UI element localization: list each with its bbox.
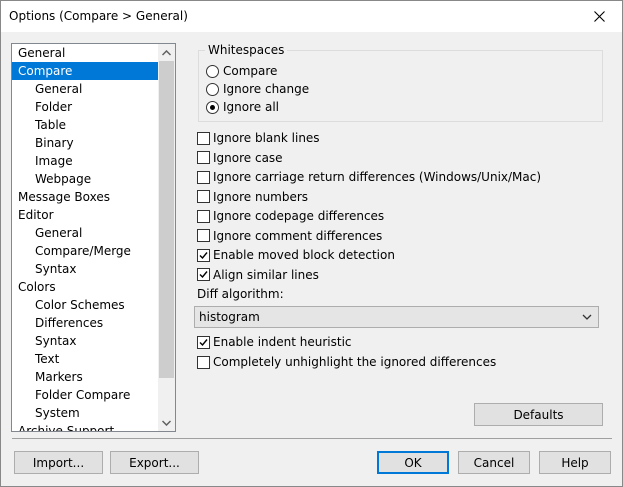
checkbox[interactable] <box>197 209 210 223</box>
window-title: Options (Compare > General) <box>9 9 188 23</box>
diff-algorithm-label: Diff algorithm: <box>197 287 284 301</box>
checkbox-label: Ignore comment differences <box>213 228 383 243</box>
whitespace-option-compare[interactable]: Compare <box>206 63 277 79</box>
checkbox[interactable] <box>197 190 210 203</box>
tree-item-differences[interactable]: Differences <box>12 314 159 332</box>
scroll-down-button[interactable] <box>158 414 175 431</box>
tree-item-compare[interactable]: Compare <box>12 62 159 80</box>
radio-button[interactable] <box>206 82 219 96</box>
radio-label: Ignore all <box>223 100 279 114</box>
tree-item-image[interactable]: Image <box>12 152 159 170</box>
chevron-down-icon <box>582 314 592 320</box>
tree-item-markers[interactable]: Markers <box>12 368 159 386</box>
checkbox-label: Ignore codepage differences <box>213 209 385 223</box>
tree-list: General Compare General Folder Table Binary Im… <box>12 44 159 431</box>
tree-item-general[interactable]: General <box>12 44 159 62</box>
title-bar: Options (Compare > General) <box>1 1 622 32</box>
check-icon <box>199 271 208 279</box>
chevron-up-icon <box>162 49 171 56</box>
checkbox[interactable] <box>197 229 210 242</box>
option-ignore-blank-lines[interactable]: Ignore blank lines <box>197 130 320 146</box>
checkbox-label: Completely unhighlight the ignored diffe… <box>213 355 497 369</box>
close-button[interactable] <box>576 1 622 32</box>
tree-item-editor[interactable]: Editor <box>12 206 159 224</box>
scroll-thumb[interactable] <box>159 61 174 378</box>
tree-item-syntax[interactable]: Syntax <box>12 332 159 350</box>
checkbox-label: Align similar lines <box>213 267 319 282</box>
tree-item-syntax[interactable]: Syntax <box>12 260 159 278</box>
diff-algorithm-select[interactable]: histogram <box>194 306 599 328</box>
option-ignore-carriage-return-differences-windows-unix-mac[interactable]: Ignore carriage return differences (Wind… <box>197 169 541 185</box>
option-enable-moved-block-detection[interactable]: Enable moved block detection <box>197 247 395 263</box>
tree-item-folder[interactable]: Folder <box>12 98 159 116</box>
tree-item-general[interactable]: General <box>12 224 159 242</box>
checkbox[interactable] <box>197 248 210 262</box>
checkbox-label: Ignore case <box>213 150 283 165</box>
ok-button[interactable]: OK <box>377 451 449 474</box>
tree-item-archive-support[interactable]: Archive Support <box>12 422 159 431</box>
diff-algorithm-value: histogram <box>199 310 260 324</box>
checkbox[interactable] <box>197 355 210 369</box>
whitespace-option-ignore-all[interactable]: Ignore all <box>206 99 279 115</box>
whitespaces-label: Whitespaces <box>205 43 288 57</box>
radio-label: Compare <box>223 64 278 78</box>
options-dialog: Options (Compare > General) General Compa… <box>0 0 623 487</box>
radio-button[interactable] <box>206 64 219 78</box>
whitespace-option-ignore-change[interactable]: Ignore change <box>206 81 309 97</box>
radio-label: Ignore change <box>223 82 310 96</box>
checkbox-label: Ignore carriage return differences (Wind… <box>213 170 542 184</box>
option-ignore-comment-differences[interactable]: Ignore comment differences <box>197 228 382 244</box>
footer-separator <box>12 438 612 439</box>
check-icon <box>199 251 208 259</box>
option-ignore-case[interactable]: Ignore case <box>197 150 283 166</box>
tree-item-message-boxes[interactable]: Message Boxes <box>12 188 159 206</box>
checkbox-label: Enable indent heuristic <box>213 335 352 349</box>
tree-item-webpage[interactable]: Webpage <box>12 170 159 188</box>
check-icon <box>199 338 208 346</box>
option-ignore-codepage-differences[interactable]: Ignore codepage differences <box>197 208 384 224</box>
checkbox-label: Ignore blank lines <box>213 131 320 145</box>
tree-item-compare-merge[interactable]: Compare/Merge <box>12 242 159 260</box>
tree-item-binary[interactable]: Binary <box>12 134 159 152</box>
options-tree[interactable]: General Compare General Folder Table Binary Im… <box>11 43 176 432</box>
checkbox[interactable] <box>197 131 210 145</box>
tree-item-folder-compare[interactable]: Folder Compare <box>12 386 159 404</box>
option-enable-indent-heuristic[interactable]: Enable indent heuristic <box>197 334 352 350</box>
checkbox-label: Enable moved block detection <box>213 248 395 262</box>
tree-item-color-schemes[interactable]: Color Schemes <box>12 296 159 314</box>
export-button[interactable]: Export... <box>110 451 199 474</box>
tree-scrollbar[interactable] <box>158 44 175 431</box>
tree-item-colors[interactable]: Colors <box>12 278 159 296</box>
tree-item-text[interactable]: Text <box>12 350 159 368</box>
tree-item-general[interactable]: General <box>12 80 159 98</box>
cancel-button[interactable]: Cancel <box>458 451 530 474</box>
close-icon <box>593 11 605 22</box>
option-align-similar-lines[interactable]: Align similar lines <box>197 267 319 283</box>
tree-item-system[interactable]: System <box>12 404 159 422</box>
checkbox[interactable] <box>197 170 210 184</box>
option-ignore-numbers[interactable]: Ignore numbers <box>197 189 308 205</box>
checkbox[interactable] <box>197 151 210 164</box>
tree-item-table[interactable]: Table <box>12 116 159 134</box>
checkbox[interactable] <box>197 268 210 281</box>
checkbox[interactable] <box>197 335 210 349</box>
option-completely-unhighlight-the-ignored-differences[interactable]: Completely unhighlight the ignored diffe… <box>197 354 496 370</box>
checkbox-label: Ignore numbers <box>213 189 309 204</box>
help-button[interactable]: Help <box>539 451 611 474</box>
chevron-down-icon <box>162 419 171 426</box>
radio-button[interactable] <box>206 100 219 114</box>
scroll-up-button[interactable] <box>158 44 175 61</box>
import-button[interactable]: Import... <box>14 451 103 474</box>
defaults-button[interactable]: Defaults <box>474 403 603 426</box>
